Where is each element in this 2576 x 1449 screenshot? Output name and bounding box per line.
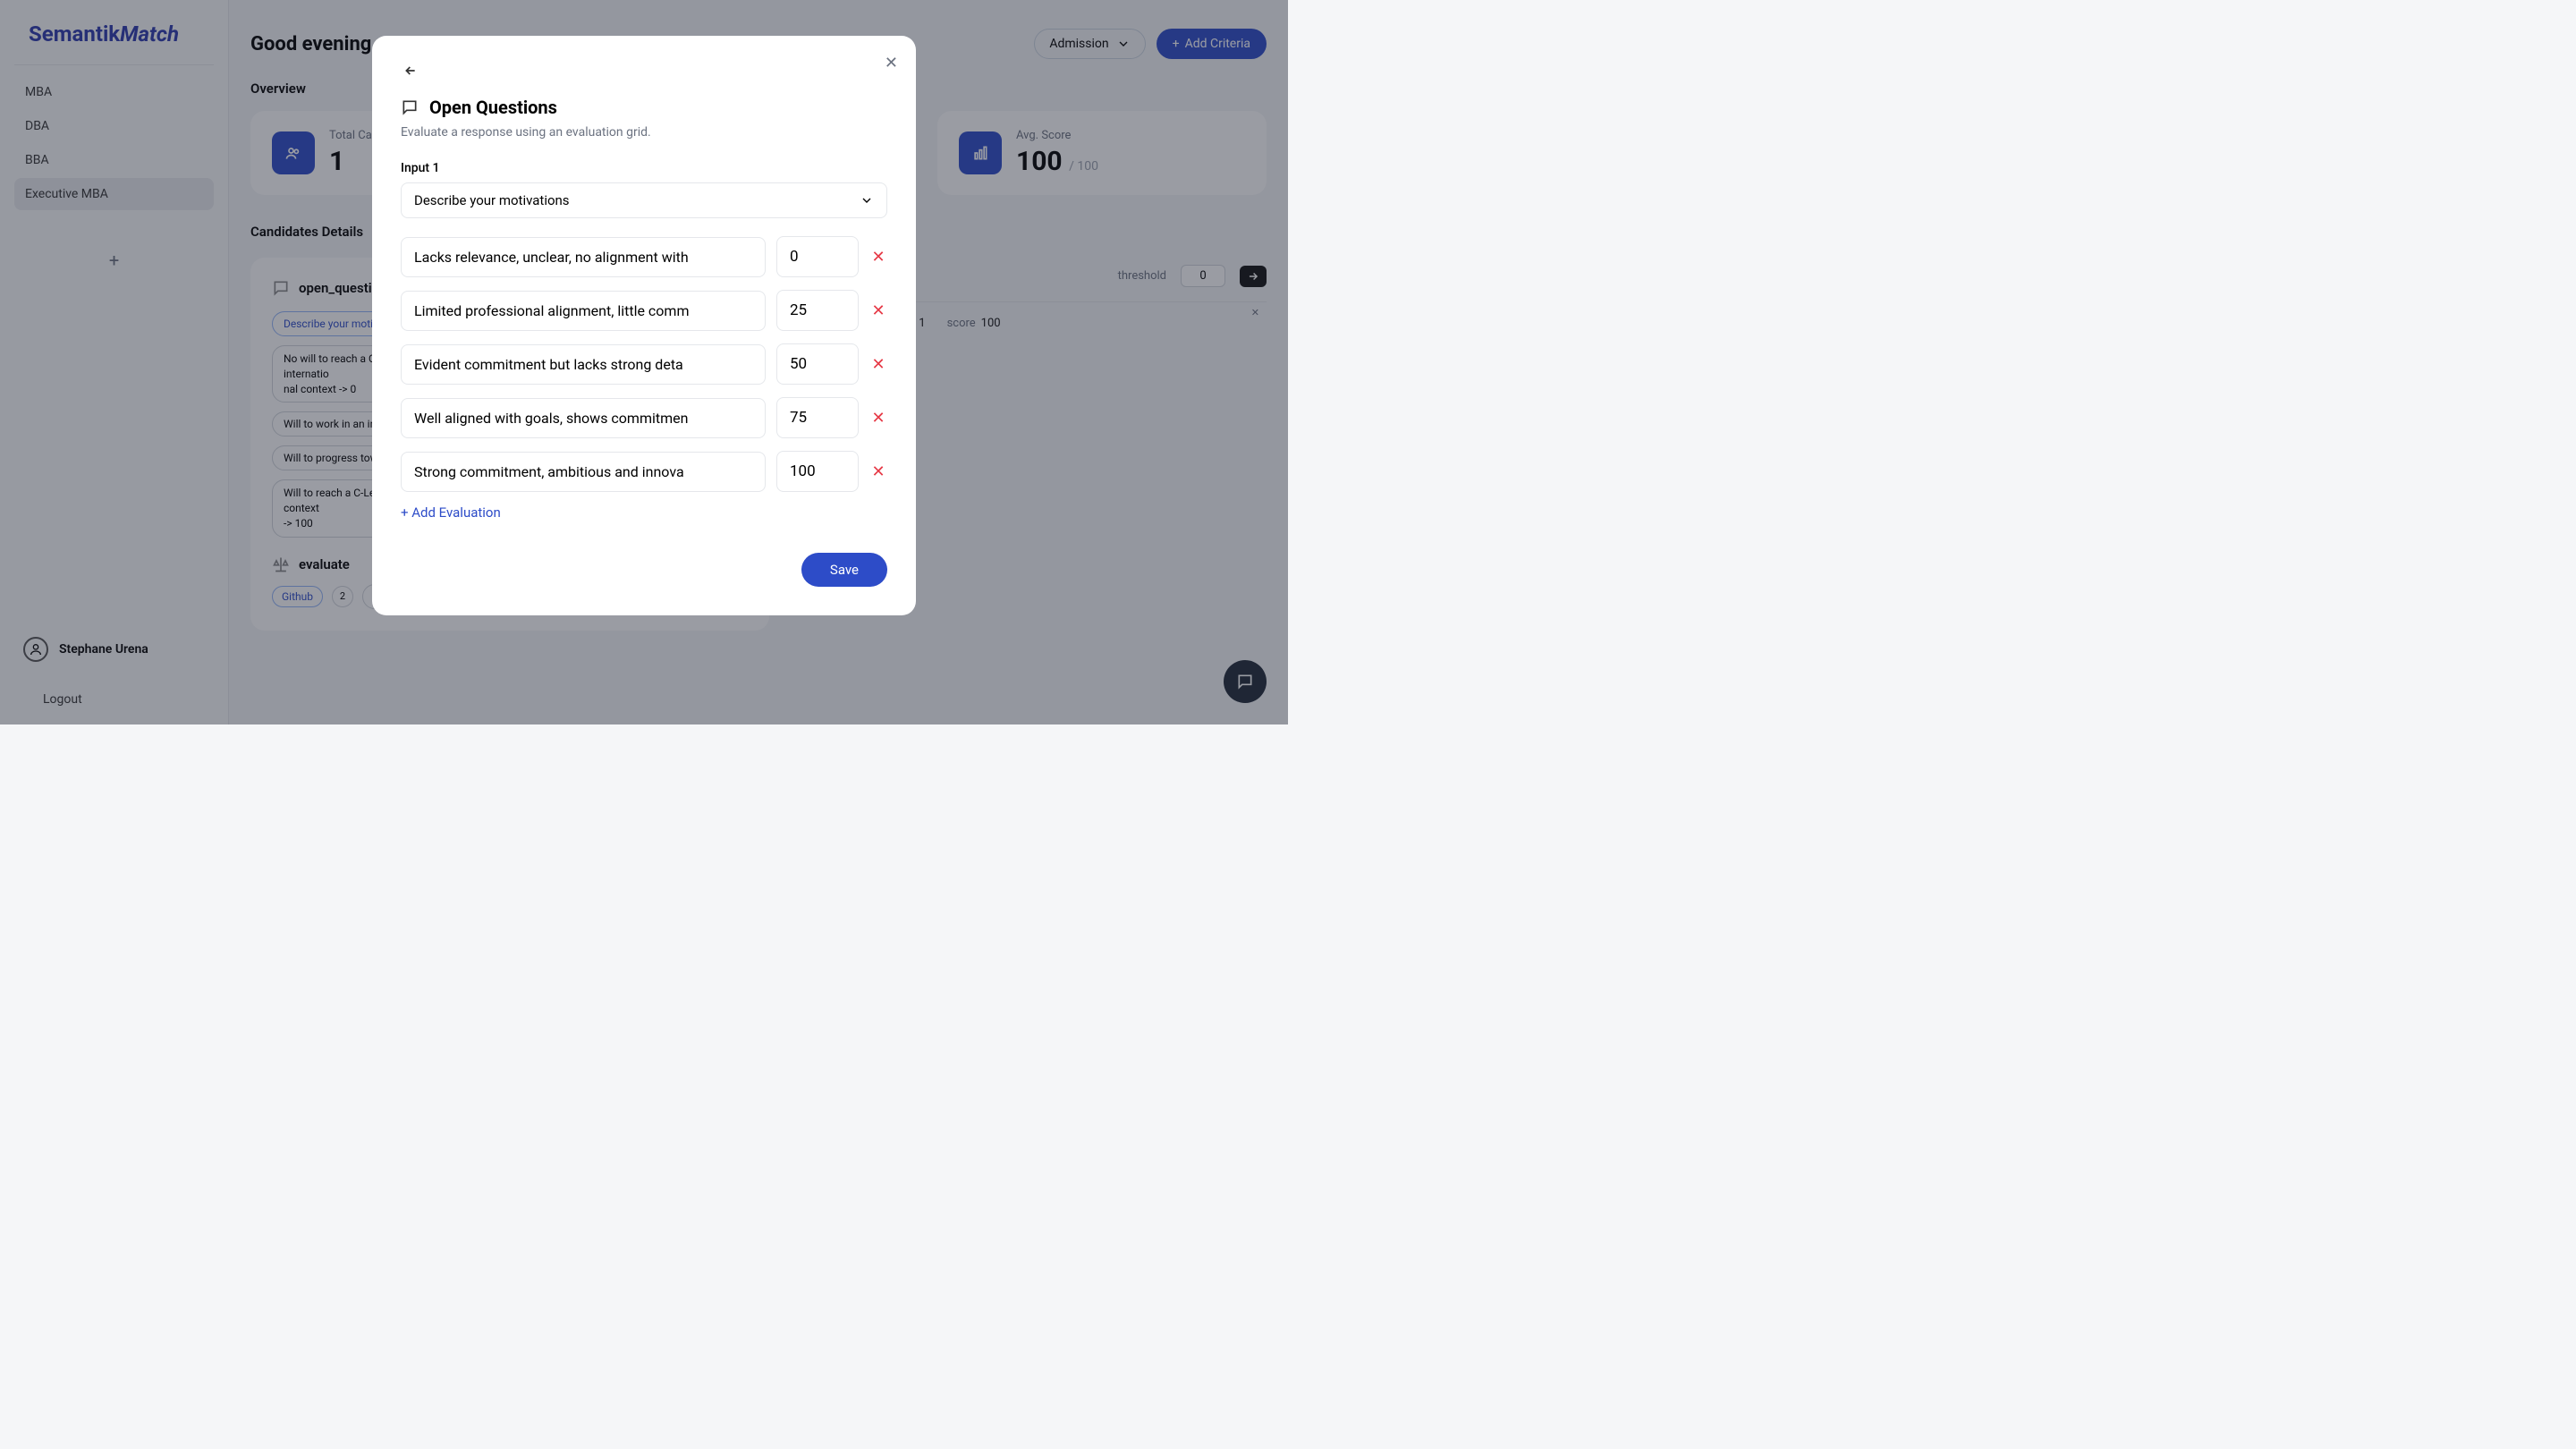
eval-row: Lacks relevance, unclear, no alignment w… [401,236,887,277]
chevron-down-icon [860,193,874,208]
eval-row: Limited professional alignment, little c… [401,290,887,331]
modal-back-button[interactable] [401,61,420,82]
eval-delete-button[interactable]: ✕ [869,409,887,428]
eval-score-input[interactable]: 50 [776,343,859,385]
eval-score-input[interactable]: 75 [776,397,859,438]
eval-delete-button[interactable]: ✕ [869,301,887,320]
eval-row: Strong commitment, ambitious and innova … [401,451,887,492]
arrow-left-icon [401,64,420,78]
eval-score-input[interactable]: 25 [776,290,859,331]
eval-score-input[interactable]: 0 [776,236,859,277]
eval-text-input[interactable]: Strong commitment, ambitious and innova [401,452,766,492]
save-button[interactable]: Save [801,553,887,587]
eval-text-input[interactable]: Limited professional alignment, little c… [401,291,766,331]
eval-score-input[interactable]: 100 [776,451,859,492]
eval-row: Well aligned with goals, shows commitmen… [401,397,887,438]
eval-row: Evident commitment but lacks strong deta… [401,343,887,385]
modal-close-button[interactable]: ✕ [885,54,898,72]
eval-delete-button[interactable]: ✕ [869,462,887,481]
modal: ✕ Open Questions Evaluate a response usi… [372,36,916,615]
eval-text-input[interactable]: Well aligned with goals, shows commitmen [401,398,766,438]
message-icon [401,98,419,116]
eval-text-input[interactable]: Lacks relevance, unclear, no alignment w… [401,237,766,277]
eval-delete-button[interactable]: ✕ [869,248,887,267]
modal-title: Open Questions [429,97,557,118]
eval-text-input[interactable]: Evident commitment but lacks strong deta [401,344,766,385]
modal-description: Evaluate a response using an evaluation … [401,125,887,140]
input-label: Input 1 [401,161,887,175]
add-evaluation-button[interactable]: + Add Evaluation [401,504,887,521]
input-value: Describe your motivations [414,192,570,208]
input-select[interactable]: Describe your motivations [401,182,887,218]
eval-delete-button[interactable]: ✕ [869,355,887,374]
